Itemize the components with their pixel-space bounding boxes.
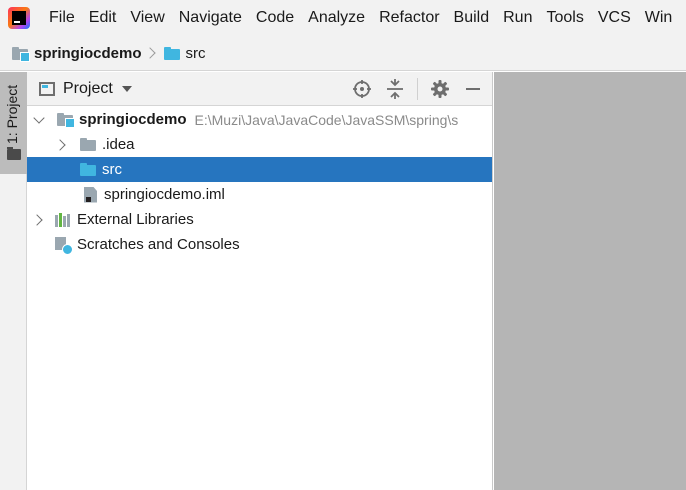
folder-icon: [80, 138, 96, 151]
tree-node-scratches[interactable]: Scratches and Consoles: [27, 232, 492, 257]
menu-navigate[interactable]: Navigate: [172, 0, 249, 36]
locate-file-button[interactable]: [351, 78, 373, 100]
chevron-right-icon[interactable]: [56, 140, 66, 150]
tree-node-external-libraries-label: External Libraries: [77, 211, 194, 228]
tree-node-src-label: src: [102, 161, 122, 178]
project-panel: Project springiocdemo E:\Muzi\Java\JavaC…: [27, 72, 493, 490]
intellij-logo-icon: [8, 7, 30, 29]
tree-node-root-label: springiocdemo: [79, 111, 187, 128]
collapse-all-button[interactable]: [384, 78, 406, 100]
menu-bar: File Edit View Navigate Code Analyze Ref…: [0, 0, 686, 36]
scratches-icon: [55, 236, 73, 255]
tree-node-idea-label: .idea: [102, 136, 135, 153]
menu-code[interactable]: Code: [249, 0, 301, 36]
project-view-icon: [39, 81, 55, 96]
left-tool-strip: 1: Project: [0, 72, 27, 490]
menu-vcs[interactable]: VCS: [591, 0, 638, 36]
breadcrumb-src-label: src: [185, 44, 206, 62]
breadcrumb-project[interactable]: springiocdemo: [12, 45, 142, 62]
module-folder-icon: [12, 46, 30, 62]
crosshair-icon: [353, 80, 371, 98]
chevron-right-icon: [148, 46, 156, 60]
project-panel-header: Project: [27, 72, 492, 106]
menu-run[interactable]: Run: [496, 0, 539, 36]
folder-icon: [7, 147, 21, 160]
menu-view[interactable]: View: [123, 0, 171, 36]
tree-node-root[interactable]: springiocdemo E:\Muzi\Java\JavaCode\Java…: [27, 107, 492, 132]
source-folder-icon: [80, 163, 96, 176]
panel-title: Project: [63, 79, 113, 97]
tree-node-iml-label: springiocdemo.iml: [104, 186, 225, 203]
breadcrumb-src[interactable]: src: [163, 44, 206, 62]
menu-analyze[interactable]: Analyze: [301, 0, 372, 36]
tree-node-iml[interactable]: springiocdemo.iml: [27, 182, 492, 207]
tree-node-idea[interactable]: .idea: [27, 132, 492, 157]
source-folder-icon: [163, 46, 180, 60]
minimize-icon: [466, 88, 480, 90]
toolbar-divider: [417, 78, 418, 100]
tree-node-root-path: E:\Muzi\Java\JavaCode\JavaSSM\spring\s: [194, 111, 459, 128]
chevron-down-icon: [121, 85, 132, 92]
menu-window[interactable]: Win: [638, 0, 680, 36]
collapse-all-icon: [387, 79, 403, 99]
tree-node-src[interactable]: src: [27, 157, 492, 182]
breadcrumb-project-label: springiocdemo: [34, 44, 142, 62]
chevron-down-icon[interactable]: [33, 115, 43, 125]
menu-file[interactable]: File: [42, 0, 82, 36]
project-tool-tab[interactable]: 1: Project: [0, 72, 27, 174]
gear-icon: [431, 80, 449, 98]
library-icon: [55, 212, 71, 227]
tree-node-external-libraries[interactable]: External Libraries: [27, 207, 492, 232]
tree-node-scratches-label: Scratches and Consoles: [77, 236, 240, 253]
project-tool-tab-label: 1: Project: [4, 84, 20, 144]
menu-tools[interactable]: Tools: [539, 0, 590, 36]
hide-panel-button[interactable]: [462, 78, 484, 100]
menu-edit[interactable]: Edit: [82, 0, 124, 36]
chevron-right-icon[interactable]: [33, 215, 43, 225]
menu-build[interactable]: Build: [447, 0, 497, 36]
breadcrumb: springiocdemo src: [0, 36, 686, 71]
project-view-selector[interactable]: Project: [27, 80, 132, 98]
module-folder-icon: [57, 113, 75, 128]
editor-area[interactable]: [494, 72, 686, 490]
iml-file-icon: [84, 186, 97, 203]
menu-refactor[interactable]: Refactor: [372, 0, 446, 36]
panel-toolbar: [340, 72, 484, 106]
settings-button[interactable]: [429, 78, 451, 100]
